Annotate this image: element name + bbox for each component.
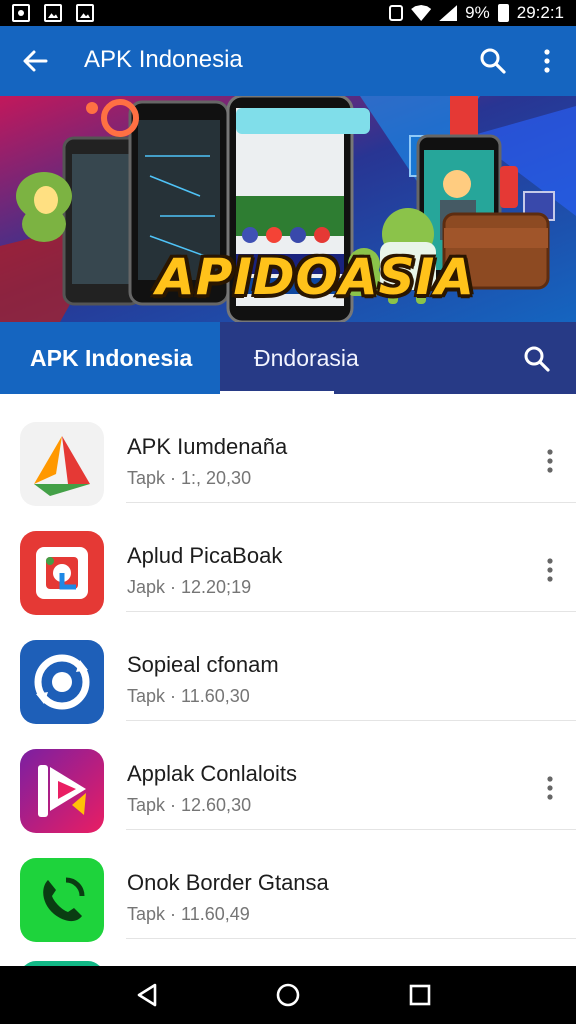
tab-bar: APK Indonesia Đndorasia xyxy=(0,322,576,394)
wifi-icon xyxy=(411,5,432,21)
phone-logo-icon xyxy=(20,858,104,942)
more-vertical-icon[interactable] xyxy=(532,46,562,76)
list-item[interactable]: Onok Border Gtansa Tapk · 11.60,49 xyxy=(0,830,576,942)
notification-icons xyxy=(12,4,94,22)
arrow-left-icon[interactable] xyxy=(20,46,50,76)
list-item[interactable] xyxy=(0,939,576,1024)
system-icons: 9% 29:2:1 xyxy=(389,3,564,23)
search-icon[interactable] xyxy=(522,344,552,374)
page-title: APK Indonesia xyxy=(84,46,243,73)
app-meta: Tapk · 12.60,30 xyxy=(127,795,252,815)
app-name: Onok Border Gtansa xyxy=(127,870,329,895)
triangle-logo-icon xyxy=(20,422,104,506)
app-name: Sopieal cfonam xyxy=(127,652,279,677)
nav-recents-icon[interactable] xyxy=(405,980,435,1010)
list-item[interactable]: Sopieal cfonam Tapk · 11.60,30 xyxy=(0,612,576,724)
image-icon xyxy=(76,4,94,22)
tab-indonesia[interactable]: Đndorasia xyxy=(220,322,359,394)
search-icon[interactable] xyxy=(478,46,508,76)
banner-title: APIDOASIA xyxy=(156,248,475,306)
notification-icon xyxy=(12,4,30,22)
tab-apk-indonesia[interactable]: APK Indonesia xyxy=(0,322,220,394)
nav-back-icon[interactable] xyxy=(133,980,163,1010)
app-meta: Tapk · 11.60,49 xyxy=(127,904,250,924)
list-item[interactable]: APK Iumdenaña Tapk · 1:, 20,30 xyxy=(0,394,576,506)
nav-home-icon[interactable] xyxy=(273,980,303,1010)
status-bar: 9% 29:2:1 xyxy=(0,0,576,26)
app-name: Applak Conlaloits xyxy=(127,761,297,786)
more-vertical-icon[interactable] xyxy=(538,555,562,585)
play-logo-icon xyxy=(20,749,104,833)
list-item[interactable]: Applak Conlaloits Tapk · 12.60,30 xyxy=(0,721,576,833)
more-vertical-icon[interactable] xyxy=(538,446,562,476)
app-meta: Tapk · 1:, 20,30 xyxy=(127,468,252,488)
circular-arrows-icon xyxy=(20,640,104,724)
promo-banner[interactable]: APIDOASIA xyxy=(0,96,576,322)
battery-icon xyxy=(497,4,509,22)
list-item[interactable]: Aplud PicaBoak Japk · 12.20;19 xyxy=(0,503,576,615)
battery-percent: 9% xyxy=(465,3,490,22)
app-meta: Tapk · 11.60,30 xyxy=(127,686,250,706)
signal-icon xyxy=(439,5,458,21)
app-name: APK Iumdenaña xyxy=(127,434,288,459)
more-vertical-icon[interactable] xyxy=(538,773,562,803)
red-frame-logo-icon xyxy=(20,531,104,615)
app-bar: APK Indonesia xyxy=(0,26,576,96)
system-nav-bar xyxy=(0,966,576,1024)
clock: 29:2:1 xyxy=(516,3,564,22)
app-meta: Japk · 12.20;19 xyxy=(127,577,252,597)
gallery-icon xyxy=(44,4,62,22)
app-name: Aplud PicaBoak xyxy=(127,543,283,568)
vibrate-icon xyxy=(389,5,404,21)
